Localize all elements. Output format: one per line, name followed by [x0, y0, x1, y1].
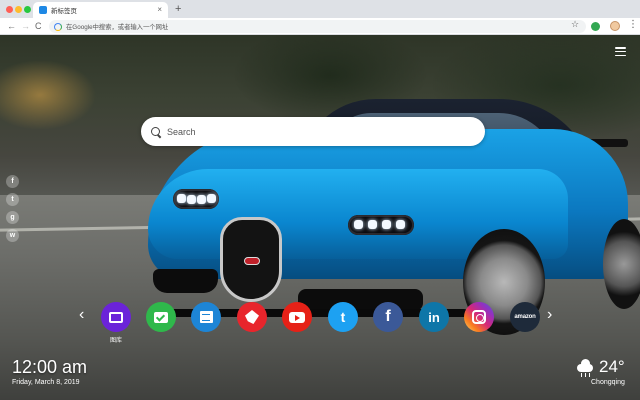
social-share-bar: f t g w — [6, 175, 19, 242]
tab-close-icon[interactable]: × — [157, 6, 162, 14]
linkedin-icon: in — [428, 309, 440, 325]
wechat-icon[interactable]: w — [6, 229, 19, 242]
youtube-icon — [289, 311, 305, 323]
game-icon — [245, 310, 259, 324]
address-placeholder: 在Google中搜索，或者输入一个网址 — [66, 24, 169, 31]
browser-tab[interactable]: 新标签页 × — [33, 2, 168, 18]
window-close-button[interactable] — [6, 6, 13, 13]
browser-menu-icon[interactable]: ⋮ — [628, 19, 638, 31]
google-icon — [54, 22, 62, 31]
check-icon — [154, 311, 168, 323]
bookmark-star-icon[interactable]: ☆ — [571, 19, 579, 30]
google-plus-icon[interactable]: g — [6, 211, 19, 224]
shortcut-games[interactable] — [237, 302, 267, 332]
clock-date: Friday, March 8, 2019 — [12, 379, 80, 386]
twitter-icon: t — [340, 309, 346, 325]
weather-city: Chongqing — [591, 379, 625, 386]
shortcut-notes[interactable] — [191, 302, 221, 332]
back-button[interactable]: ← — [7, 20, 16, 32]
note-icon — [199, 311, 213, 323]
search-input[interactable]: Search — [167, 127, 196, 137]
window-minimize-button[interactable] — [15, 6, 22, 13]
shortcut-instagram[interactable] — [464, 302, 494, 332]
browser-toolbar: ← → C 在Google中搜索，或者输入一个网址 ☆ ⋮ — [0, 18, 640, 35]
forward-button[interactable]: → — [21, 20, 30, 32]
browser-titlebar: 新标签页 × + — [0, 0, 640, 18]
window-maximize-button[interactable] — [24, 6, 31, 13]
facebook-icon[interactable]: f — [6, 175, 19, 188]
tab-favicon-icon — [39, 6, 47, 14]
shortcut-facebook[interactable]: f — [373, 302, 403, 332]
instagram-icon — [472, 310, 486, 324]
shortcut-gallery[interactable] — [101, 302, 131, 332]
shortcut-gallery-label: 图库 — [109, 338, 122, 344]
shortcut-linkedin[interactable]: in — [419, 302, 449, 332]
extension-icon[interactable] — [591, 22, 600, 31]
image-icon — [109, 311, 123, 323]
shortcuts-next-arrow[interactable]: › — [547, 307, 552, 323]
shortcut-amazon[interactable]: amazon — [510, 302, 540, 332]
new-tab-page: Search f t g w ‹ › 图库 t f in amazon 12:0… — [0, 35, 640, 400]
facebook-icon: f — [385, 308, 391, 325]
amazon-icon: amazon — [514, 314, 536, 320]
new-tab-button[interactable]: + — [175, 3, 181, 15]
profile-avatar[interactable] — [610, 21, 620, 31]
menu-hamburger-icon[interactable] — [615, 47, 626, 56]
clock-time: 12:00 am — [12, 357, 88, 377]
shortcut-youtube[interactable] — [282, 302, 312, 332]
reload-button[interactable]: C — [35, 20, 42, 32]
shortcuts-prev-arrow[interactable]: ‹ — [79, 307, 84, 323]
tab-title: 新标签页 — [51, 8, 77, 15]
weather-temperature: 24° — [599, 357, 625, 376]
rain-cloud-icon — [575, 359, 595, 377]
search-bar[interactable]: Search — [141, 117, 485, 146]
twitter-icon[interactable]: t — [6, 193, 19, 206]
shortcut-twitter[interactable]: t — [328, 302, 358, 332]
shortcut-tasks[interactable] — [146, 302, 176, 332]
address-bar[interactable]: 在Google中搜索，或者输入一个网址 — [49, 20, 586, 33]
search-icon — [151, 126, 161, 137]
